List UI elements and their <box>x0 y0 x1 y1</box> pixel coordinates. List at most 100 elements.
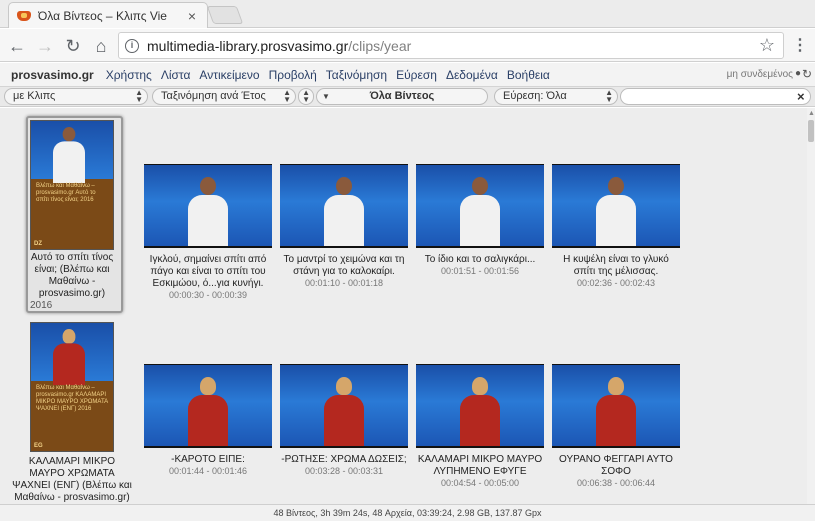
clear-search-icon[interactable]: × <box>797 88 805 105</box>
clip-card[interactable]: ΚΑΛΑΜΑΡΙ ΜΙΚΡΟ ΜΑΥΡΟ ΛΥΠΗΜΕΝΟ ΕΦΥΓΕ 00:0… <box>416 364 544 489</box>
clip-time: 00:01:10 - 00:01:18 <box>304 278 384 288</box>
app-menubar: prosvasimo.gr Χρήστης Λίστα Αντικείμενο … <box>0 63 815 87</box>
vertical-scrollbar[interactable]: ▲ <box>807 108 815 504</box>
clip-caption: -ΡΩΤΗΣΕ: ΧΡΩΜΑ ΔΩΣΕΙΣ; <box>281 454 407 465</box>
select-arrows-icon: ▲ ▼ <box>135 88 143 104</box>
dropdown-arrow-icon[interactable]: ▼ <box>322 89 330 104</box>
signer-figure <box>596 177 636 246</box>
menu-data[interactable]: Δεδομένα <box>446 68 498 82</box>
scrollbar-thumb[interactable] <box>808 120 814 142</box>
clip-time: 00:04:54 - 00:05:00 <box>440 478 520 488</box>
refresh-icon[interactable]: ↻ <box>802 67 812 81</box>
clip-caption: ΟΥΡΑΝΟ ΦΕΓΓΑΡΙ ΑΥΤΟ ΣΟΦΟ <box>559 454 673 477</box>
bookmark-star-icon[interactable]: ☆ <box>759 35 775 56</box>
menu-list[interactable]: Λίστα <box>161 68 191 82</box>
signer-figure <box>460 177 500 246</box>
new-tab-button[interactable] <box>206 6 244 24</box>
clip-caption: Το μαντρί το χειμώνα και τη στάνη για το… <box>283 254 405 277</box>
browser-toolbar: ← → ↻ ⌂ i multimedia-library.prosvasimo.… <box>0 29 815 62</box>
signer-figure <box>188 177 228 246</box>
select-arrows-icon: ▲ ▼ <box>302 88 310 104</box>
close-tab-icon[interactable]: × <box>185 9 199 23</box>
poster-caption: ΚΑΛΑΜΑΡΙ ΜΙΚΡΟ ΜΑΥΡΟ ΧΡΩΜΑΤΑ ΨΑΧΝΕΙ (ΕΝΓ… <box>12 456 132 503</box>
back-arrow-icon[interactable]: ← <box>6 35 28 57</box>
browser-tab[interactable]: Όλα Βίντεος – Κλιπς Vie × <box>8 2 208 28</box>
find-select[interactable]: Εύρεση: Όλα ▲ ▼ <box>494 88 618 105</box>
address-bar[interactable]: i multimedia-library.prosvasimo.gr/clips… <box>118 32 784 59</box>
menu-help[interactable]: Βοήθεια <box>507 68 550 82</box>
menu-find[interactable]: Εύρεση <box>396 68 437 82</box>
clip-thumbnail[interactable] <box>144 164 272 248</box>
poster-year: 2016 <box>30 300 53 311</box>
brand-link[interactable]: prosvasimo.gr <box>11 68 94 82</box>
item-poster[interactable]: Βλέπω και Μαθαίνω – prosvasimo.gr ΚΑΛΑΜΑ… <box>30 322 114 452</box>
clip-time: 00:02:36 - 00:02:43 <box>576 278 656 288</box>
poster-title-text: Βλέπω και Μαθαίνω – prosvasimo.gr Αυτό τ… <box>36 183 96 203</box>
forward-arrow-icon[interactable]: → <box>34 35 56 57</box>
clip-thumbnail[interactable] <box>144 364 272 448</box>
view-select[interactable]: με Κλιπς ▲ ▼ <box>4 88 148 105</box>
clip-thumbnail[interactable] <box>416 164 544 248</box>
signer-figure <box>324 177 364 246</box>
clip-time: 00:00:30 - 00:00:39 <box>168 290 248 300</box>
search-input[interactable] <box>620 88 811 105</box>
item-poster[interactable]: Βλέπω και Μαθαίνω – prosvasimo.gr Αυτό τ… <box>30 120 114 311</box>
browser-tabstrip: Όλα Βίντεος – Κλιπς Vie × <box>0 0 815 28</box>
clip-thumbnail[interactable] <box>552 364 680 448</box>
poster-title-text: Βλέπω και Μαθαίνω – prosvasimo.gr ΚΑΛΑΜΑ… <box>36 385 108 412</box>
menu-user[interactable]: Χρήστης <box>106 68 152 82</box>
clip-thumbnail[interactable] <box>552 164 680 248</box>
sort-select-value: Ταξινόμηση ανά Έτος <box>161 90 266 102</box>
poster-caption: Αυτό το σπίτι τίνος είναι; (Βλέπω και Μα… <box>30 252 114 299</box>
clip-caption: Ιγκλού, σημαίνει σπίτι από πάγο και είνα… <box>149 254 267 289</box>
clip-card[interactable]: Η κυψέλη είναι το γλυκό σπίτι της μέλισσ… <box>552 164 680 289</box>
url-path: /clips/year <box>348 37 412 54</box>
site-info-icon[interactable]: i <box>125 38 139 53</box>
clip-card[interactable]: -ΡΩΤΗΣΕ: ΧΡΩΜΑ ΔΩΣΕΙΣ; 00:03:28 - 00:03:… <box>280 364 408 477</box>
tab-title: Όλα Βίντεος – Κλιπς Vie <box>38 8 167 23</box>
signer-figure <box>596 377 636 446</box>
site-favicon-icon <box>17 9 31 23</box>
select-arrows-icon: ▲ ▼ <box>605 88 613 104</box>
clip-card[interactable]: Το μαντρί το χειμώνα και τη στάνη για το… <box>280 164 408 289</box>
home-icon[interactable]: ⌂ <box>90 35 112 57</box>
poster-code: EG <box>34 443 43 449</box>
clip-thumbnail[interactable] <box>280 364 408 448</box>
clip-caption: ΚΑΛΑΜΑΡΙ ΜΙΚΡΟ ΜΑΥΡΟ ΛΥΠΗΜΕΝΟ ΕΦΥΓΕ <box>417 454 543 477</box>
status-bar: 48 Βίντεος, 3h 39m 24s, 48 Αρχεία, 03:39… <box>0 504 815 521</box>
clip-time: 00:06:38 - 00:06:44 <box>576 478 656 488</box>
list-title: ▼ Όλα Βίντεος <box>316 88 488 105</box>
menu-view[interactable]: Προβολή <box>269 68 317 82</box>
filter-bar: με Κλιπς ▲ ▼ Ταξινόμηση ανά Έτος ▲ ▼ ▲ ▼ ▼ … <box>0 87 815 107</box>
user-icon[interactable]: ● <box>795 68 801 79</box>
clip-thumbnail[interactable] <box>280 164 408 248</box>
menu-object[interactable]: Αντικείμενο <box>199 68 259 82</box>
poster-image[interactable]: Βλέπω και Μαθαίνω – prosvasimo.gr ΚΑΛΑΜΑ… <box>30 322 114 452</box>
clip-card[interactable]: ΟΥΡΑΝΟ ΦΕΓΓΑΡΙ ΑΥΤΟ ΣΟΦΟ 00:06:38 - 00:0… <box>552 364 680 489</box>
list-title-text: Όλα Βίντεος <box>369 90 435 102</box>
scroll-up-icon[interactable]: ▲ <box>808 110 815 117</box>
menu-sort[interactable]: Ταξινόμηση <box>326 68 387 82</box>
clip-caption: Το ίδιο και το σαλιγκάρι... <box>424 254 536 265</box>
poster-image[interactable]: Βλέπω και Μαθαίνω – prosvasimo.gr Αυτό τ… <box>30 120 114 250</box>
clip-card[interactable]: Το ίδιο και το σαλιγκάρι... 00:01:51 - 0… <box>416 164 544 277</box>
nav-toggle[interactable]: ▲ ▼ <box>298 88 314 105</box>
clip-time: 00:01:44 - 00:01:46 <box>168 466 248 476</box>
sort-select[interactable]: Ταξινόμηση ανά Έτος ▲ ▼ <box>152 88 296 105</box>
poster-code: DZ <box>34 241 42 247</box>
find-select-value: Εύρεση: Όλα <box>503 90 567 102</box>
url-host: multimedia-library.prosvasimo.gr <box>147 37 349 54</box>
clip-card[interactable]: -ΚΑΡΟΤΟ ΕΙΠΕ: 00:01:44 - 00:01:46 <box>144 364 272 477</box>
clip-thumbnail[interactable] <box>416 364 544 448</box>
clip-card[interactable]: Ιγκλού, σημαίνει σπίτι από πάγο και είνα… <box>144 164 272 301</box>
clip-caption: -ΚΑΡΟΤΟ ΕΙΠΕ: <box>171 454 245 465</box>
signer-figure <box>188 377 228 446</box>
signer-figure <box>53 127 85 183</box>
browser-menu-icon[interactable]: ⋮ <box>792 35 808 57</box>
reload-icon[interactable]: ↻ <box>62 35 84 57</box>
signer-figure <box>460 377 500 446</box>
clip-grid: Βλέπω και Μαθαίνω – prosvasimo.gr Αυτό τ… <box>0 108 807 504</box>
clip-caption: Η κυψέλη είναι το γλυκό σπίτι της μέλισσ… <box>563 254 669 277</box>
clip-time: 00:01:51 - 00:01:56 <box>440 266 520 276</box>
signer-figure <box>324 377 364 446</box>
